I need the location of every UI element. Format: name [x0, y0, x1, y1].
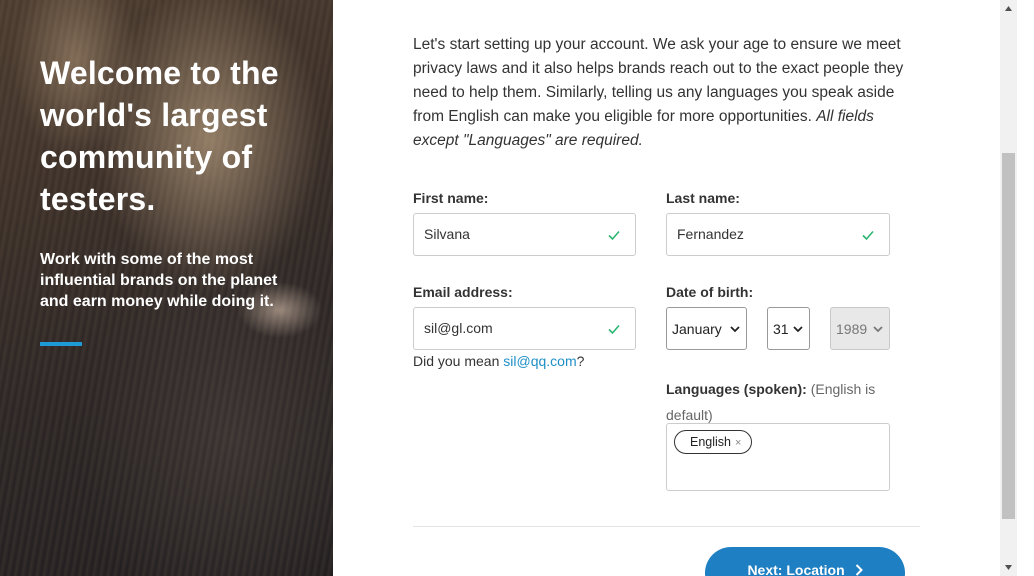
- chevron-down-icon: [793, 326, 803, 333]
- check-icon: [862, 230, 874, 241]
- dob-day-select[interactable]: 31: [767, 307, 810, 350]
- check-icon: [608, 230, 620, 241]
- dob-month-select[interactable]: January: [666, 307, 747, 350]
- hero-subtitle: Work with some of the most influential b…: [40, 251, 278, 310]
- language-tag-english: English ×: [674, 430, 753, 454]
- dob-day-value: 31: [773, 321, 789, 337]
- signup-page: Welcome to the world's largest community…: [0, 0, 1034, 576]
- first-name-field[interactable]: [413, 213, 636, 256]
- scroll-up-arrow-icon[interactable]: [1004, 4, 1013, 13]
- chevron-right-icon: [855, 564, 863, 576]
- scrollbar-thumb[interactable]: [1002, 153, 1015, 519]
- dob-label: Date of birth:: [666, 284, 754, 300]
- form-divider: [413, 526, 920, 527]
- intro-paragraph: Let's start setting up your account. We …: [413, 33, 908, 153]
- dob-year-select[interactable]: 1989: [830, 307, 890, 350]
- email-field[interactable]: [413, 307, 636, 350]
- scroll-down-arrow-icon[interactable]: [1004, 563, 1013, 572]
- hero-title: Welcome to the world's largest community…: [40, 55, 279, 217]
- hero-accent-bar: [40, 342, 82, 346]
- languages-label: Languages (spoken): (English is default): [666, 376, 886, 428]
- next-location-button[interactable]: Next: Location: [705, 547, 905, 576]
- remove-tag-icon[interactable]: ×: [735, 437, 741, 449]
- dob-year-value: 1989: [836, 321, 868, 337]
- language-tag-label: English: [690, 435, 731, 449]
- first-name-input[interactable]: [424, 226, 594, 242]
- next-button-label: Next: Location: [747, 562, 845, 576]
- dob-month-value: January: [672, 321, 722, 337]
- email-input[interactable]: [424, 320, 594, 336]
- email-suggestion-prefix: Did you mean: [413, 353, 504, 369]
- email-label: Email address:: [413, 284, 513, 300]
- languages-tag-input[interactable]: English ×: [666, 423, 890, 491]
- last-name-field[interactable]: [666, 213, 890, 256]
- chevron-down-icon: [873, 326, 883, 333]
- first-name-label: First name:: [413, 190, 489, 206]
- hero-panel: Welcome to the world's largest community…: [0, 0, 333, 576]
- email-suggestion-link[interactable]: sil@qq.com: [503, 353, 576, 369]
- email-suggestion: Did you mean sil@qq.com?: [413, 352, 584, 370]
- check-icon: [608, 324, 620, 335]
- last-name-label: Last name:: [666, 190, 740, 206]
- languages-label-text: Languages (spoken):: [666, 381, 807, 397]
- scrollbar[interactable]: [1000, 0, 1017, 576]
- chevron-down-icon: [730, 326, 740, 333]
- last-name-input[interactable]: [677, 226, 847, 242]
- email-suggestion-suffix: ?: [576, 353, 585, 369]
